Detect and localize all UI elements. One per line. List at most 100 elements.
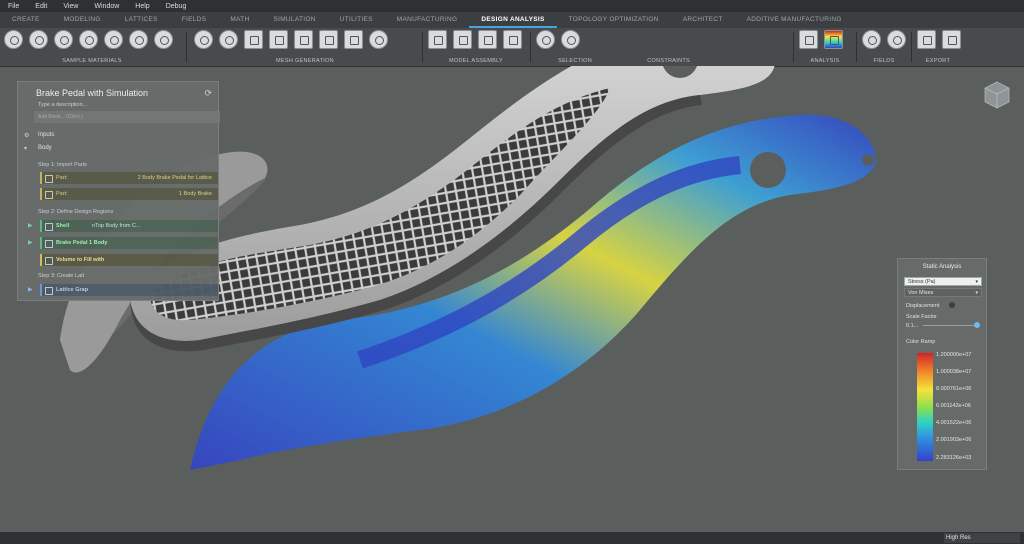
tab-create[interactable]: CREATE: [0, 12, 52, 28]
ramp-tick: 8.000761e+06: [936, 386, 972, 392]
group-label[interactable]: EXPORT: [913, 58, 963, 64]
group-export: EXPORT: [913, 28, 963, 66]
component-select[interactable]: Von Mises ▾: [904, 288, 982, 297]
export-icon[interactable]: [917, 30, 936, 49]
ribbon-divider: [422, 32, 423, 62]
color-ramp-legend: [917, 353, 933, 461]
scale-factor-slider[interactable]: [923, 325, 977, 326]
group-label[interactable]: FIELDS: [858, 58, 910, 64]
shell-block[interactable]: Shell nTop Body from C...: [40, 220, 218, 232]
ramp-tick: 4.001522e+06: [936, 420, 972, 426]
mesh-icon[interactable]: [344, 30, 363, 49]
analysis-result-icon[interactable]: [824, 30, 843, 49]
menu-edit[interactable]: Edit: [27, 3, 55, 10]
material-icon[interactable]: [4, 30, 23, 49]
body-label: Body: [38, 145, 52, 151]
material-icon[interactable]: [29, 30, 48, 49]
tab-additive-manufacturing[interactable]: ADDITIVE MANUFACTURING: [735, 12, 854, 28]
chevron-right-icon[interactable]: ▶: [28, 222, 33, 229]
field-icon[interactable]: [862, 30, 881, 49]
tab-fields[interactable]: FIELDS: [170, 12, 219, 28]
material-icon[interactable]: [129, 30, 148, 49]
ribbon-divider: [186, 32, 187, 62]
displacement-toggle[interactable]: [949, 302, 955, 308]
group-label[interactable]: SAMPLE MATERIALS: [0, 58, 184, 64]
material-icon[interactable]: [79, 30, 98, 49]
part-block-2[interactable]: Part: 1 Body Brake: [40, 188, 218, 200]
ramp-tick: 2.001903e+06: [936, 437, 972, 443]
ribbon-divider: [793, 32, 794, 62]
ribbon-divider: [856, 32, 857, 62]
chevron-down-icon: ▾: [975, 279, 978, 285]
assembly-icon[interactable]: [453, 30, 472, 49]
tab-modeling[interactable]: MODELING: [52, 12, 113, 28]
mesh-icon[interactable]: [269, 30, 288, 49]
refresh-icon[interactable]: ⟳: [204, 88, 212, 99]
selection-icon[interactable]: [536, 30, 555, 49]
render-mode-select[interactable]: High Res: [944, 533, 1020, 543]
notebook-panel[interactable]: Brake Pedal with Simulation ⟳ Type a des…: [17, 81, 220, 301]
tab-lattices[interactable]: LATTICES: [113, 12, 170, 28]
menu-debug[interactable]: Debug: [158, 3, 195, 10]
scale-factor-slider-handle[interactable]: [974, 322, 980, 328]
field-icon[interactable]: [887, 30, 906, 49]
group-label[interactable]: MESH GENERATION: [190, 58, 420, 64]
step-3-heading: Step 3: Create Latt: [38, 273, 85, 279]
mesh-icon[interactable]: [369, 30, 388, 49]
mesh-icon[interactable]: [219, 30, 238, 49]
material-icon[interactable]: [154, 30, 173, 49]
selection-icon[interactable]: [561, 30, 580, 49]
group-label[interactable]: CONSTRAINTS: [600, 58, 690, 64]
analysis-icon[interactable]: [799, 30, 818, 49]
analysis-title: Static Analysis: [922, 264, 962, 270]
tab-topology-optimization[interactable]: TOPOLOGY OPTIMIZATION: [557, 12, 671, 28]
block-icon: [45, 240, 53, 248]
group-label[interactable]: SELECTION: [532, 58, 592, 64]
notebook-title[interactable]: Brake Pedal with Simulation: [36, 88, 148, 98]
color-ramp-label: Color Ramp: [906, 339, 936, 345]
part-block-1[interactable]: Part: 2 Body Brake Pedal for Lattice: [40, 172, 218, 184]
menu-help[interactable]: Help: [127, 3, 157, 10]
chevron-right-icon[interactable]: ▶: [28, 239, 33, 246]
part-value: 1 Body Brake: [178, 191, 212, 197]
tab-architect[interactable]: ARCHITECT: [671, 12, 735, 28]
shell-label: Shell: [56, 223, 70, 229]
add-block-input[interactable]: Add Block... (Ctrl+L): [34, 111, 220, 123]
result-type-select[interactable]: Stress (Pa) ▾: [904, 277, 982, 286]
description-field[interactable]: Type a description...: [38, 102, 87, 108]
material-icon[interactable]: [104, 30, 123, 49]
lattice-block[interactable]: Lattice Grap: [40, 284, 218, 296]
mesh-icon[interactable]: [319, 30, 338, 49]
assembly-icon[interactable]: [428, 30, 447, 49]
tab-manufacturing[interactable]: MANUFACTURING: [385, 12, 470, 28]
result-type-value: Stress (Pa): [908, 279, 936, 285]
status-bar: High Res: [0, 532, 1024, 544]
inputs-label: Inputs: [38, 132, 55, 138]
menu-view[interactable]: View: [55, 3, 86, 10]
export-icon[interactable]: [942, 30, 961, 49]
mesh-icon[interactable]: [294, 30, 313, 49]
scale-factor-value[interactable]: 0.1...: [906, 323, 918, 329]
mesh-icon[interactable]: [194, 30, 213, 49]
chevron-down-icon: ▾: [24, 146, 28, 152]
assembly-icon[interactable]: [478, 30, 497, 49]
view-cube[interactable]: [984, 81, 1010, 109]
group-label[interactable]: MODEL ASSEMBLY: [424, 58, 528, 64]
chevron-right-icon[interactable]: ▶: [28, 286, 33, 293]
part-icon: [45, 175, 53, 183]
material-icon[interactable]: [54, 30, 73, 49]
brake-body-block[interactable]: Brake Pedal 1 Body: [40, 237, 218, 249]
menu-window[interactable]: Window: [86, 3, 127, 10]
assembly-icon[interactable]: [503, 30, 522, 49]
render-mode-value: High Res: [946, 535, 971, 541]
tab-design-analysis[interactable]: DESIGN ANALYSIS: [469, 12, 557, 28]
tab-simulation[interactable]: SIMULATION: [261, 12, 327, 28]
group-constraints: CONSTRAINTS: [600, 28, 690, 66]
menu-file[interactable]: File: [0, 3, 27, 10]
group-label[interactable]: ANALYSIS: [795, 58, 855, 64]
volume-block[interactable]: Volume to Fill with: [40, 254, 218, 266]
mesh-icon[interactable]: [244, 30, 263, 49]
ramp-tick: 2.283126e+03: [936, 455, 972, 461]
tab-utilities[interactable]: UTILITIES: [328, 12, 385, 28]
tab-math[interactable]: MATH: [218, 12, 261, 28]
